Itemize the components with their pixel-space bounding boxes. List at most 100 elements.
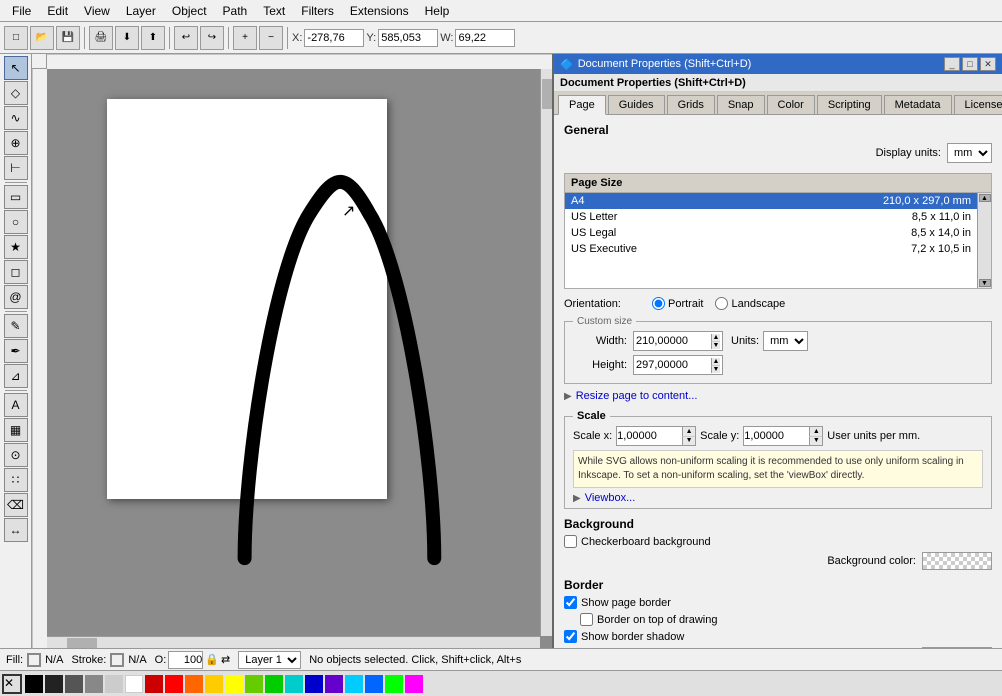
border-color-swatch[interactable]: [922, 647, 992, 648]
zoom-in-button[interactable]: +: [233, 26, 257, 50]
tool-pencil[interactable]: ✎: [4, 314, 28, 338]
height-down-btn[interactable]: ▼: [711, 366, 720, 373]
color-cornflower[interactable]: [365, 675, 383, 693]
show-border-row[interactable]: Show page border: [564, 596, 992, 609]
h-scrollbar-thumb[interactable]: [67, 638, 97, 648]
menu-file[interactable]: File: [4, 2, 39, 20]
tab-scripting[interactable]: Scripting: [817, 95, 882, 114]
color-teal[interactable]: [285, 675, 303, 693]
color-blue[interactable]: [305, 675, 323, 693]
color-cyan[interactable]: [345, 675, 363, 693]
v-scrollbar-thumb[interactable]: [542, 79, 552, 109]
show-shadow-row[interactable]: Show border shadow: [564, 630, 992, 643]
menu-text[interactable]: Text: [255, 2, 293, 20]
display-units-select[interactable]: mm px in pt cm: [947, 143, 992, 163]
tool-calligraphy[interactable]: ⊿: [4, 364, 28, 388]
orientation-landscape[interactable]: Landscape: [715, 297, 785, 310]
tool-pen[interactable]: ✒: [4, 339, 28, 363]
tool-select[interactable]: ↖: [4, 56, 28, 80]
v-scrollbar[interactable]: [540, 69, 552, 636]
dp-maximize-button[interactable]: □: [962, 57, 978, 71]
menu-object[interactable]: Object: [164, 2, 215, 20]
viewbox-link[interactable]: ▶ Viewbox...: [573, 492, 983, 504]
color-lightgray[interactable]: [105, 675, 123, 693]
landscape-radio[interactable]: [715, 297, 728, 310]
tool-eraser[interactable]: ⌫: [4, 493, 28, 517]
resize-link[interactable]: ▶ Resize page to content...: [564, 390, 992, 402]
tab-grids[interactable]: Grids: [667, 95, 715, 114]
scale-y-input[interactable]: [744, 427, 809, 445]
page-size-usletter[interactable]: US Letter 8,5 x 11,0 in: [565, 209, 977, 225]
viewbox-label[interactable]: Viewbox...: [585, 492, 636, 504]
page-size-a4[interactable]: A4 210,0 x 297,0 mm: [565, 193, 977, 209]
scale-x-down[interactable]: ▼: [682, 437, 695, 446]
page-size-list[interactable]: A4 210,0 x 297,0 mm US Letter 8,5 x 11,0…: [565, 193, 977, 288]
print-button[interactable]: 🖨: [89, 26, 113, 50]
scroll-up-btn[interactable]: ▲: [979, 194, 991, 202]
color-lime[interactable]: [385, 675, 403, 693]
color-red[interactable]: [165, 675, 183, 693]
menu-layer[interactable]: Layer: [118, 2, 164, 20]
tab-color[interactable]: Color: [767, 95, 815, 114]
height-input[interactable]: [636, 359, 711, 371]
color-darkred[interactable]: [145, 675, 163, 693]
bg-color-swatch[interactable]: [922, 552, 992, 570]
tool-measure[interactable]: ⊢: [4, 156, 28, 180]
tool-spray[interactable]: ∷: [4, 468, 28, 492]
tool-node[interactable]: ◇: [4, 81, 28, 105]
zoom-out-button[interactable]: −: [259, 26, 283, 50]
menu-help[interactable]: Help: [417, 2, 458, 20]
canvas-area[interactable]: // ticks rendered inline ↗: [32, 54, 552, 648]
page-size-usexecutive[interactable]: US Executive 7,2 x 10,5 in: [565, 241, 977, 257]
width-down-btn[interactable]: ▼: [711, 342, 720, 349]
no-color-swatch[interactable]: ✕: [2, 674, 22, 694]
opacity-input[interactable]: [168, 651, 203, 669]
tool-gradient[interactable]: ▦: [4, 418, 28, 442]
checkerboard-row[interactable]: Checkerboard background: [564, 535, 992, 548]
show-border-checkbox[interactable]: [564, 596, 577, 609]
tool-text[interactable]: A: [4, 393, 28, 417]
color-orange[interactable]: [185, 675, 203, 693]
tool-tweak[interactable]: ∿: [4, 106, 28, 130]
width-up-btn[interactable]: ▲: [711, 334, 720, 342]
tool-ellipse[interactable]: ○: [4, 210, 28, 234]
color-magenta[interactable]: [405, 675, 423, 693]
color-gray[interactable]: [65, 675, 83, 693]
w-input[interactable]: [455, 29, 515, 47]
dp-minimize-button[interactable]: _: [944, 57, 960, 71]
page-size-uslegal[interactable]: US Legal 8,5 x 14,0 in: [565, 225, 977, 241]
menu-path[interactable]: Path: [215, 2, 256, 20]
width-input[interactable]: [636, 335, 711, 347]
tab-snap[interactable]: Snap: [717, 95, 765, 114]
menu-filters[interactable]: Filters: [293, 2, 342, 20]
tool-rect[interactable]: ▭: [4, 185, 28, 209]
color-white[interactable]: [125, 675, 143, 693]
color-olive[interactable]: [245, 675, 263, 693]
color-purple[interactable]: [325, 675, 343, 693]
tool-connector[interactable]: ↔: [4, 518, 28, 542]
units-select[interactable]: mm px in: [763, 331, 808, 351]
scale-y-down[interactable]: ▼: [809, 437, 822, 446]
import-button[interactable]: ⬇: [115, 26, 139, 50]
border-top-row[interactable]: Border on top of drawing: [564, 613, 992, 626]
x-input[interactable]: [304, 29, 364, 47]
tool-spiral[interactable]: @: [4, 285, 28, 309]
color-black[interactable]: [25, 675, 43, 693]
portrait-radio[interactable]: [652, 297, 665, 310]
show-shadow-checkbox[interactable]: [564, 630, 577, 643]
redo-button[interactable]: ↪: [200, 26, 224, 50]
scale-x-up[interactable]: ▲: [682, 427, 695, 437]
tab-guides[interactable]: Guides: [608, 95, 665, 114]
resize-label[interactable]: Resize page to content...: [576, 390, 698, 402]
h-scrollbar[interactable]: [47, 636, 540, 648]
orientation-portrait[interactable]: Portrait: [652, 297, 703, 310]
color-silver[interactable]: [85, 675, 103, 693]
y-input[interactable]: [378, 29, 438, 47]
tool-zoom[interactable]: ⊕: [4, 131, 28, 155]
open-button[interactable]: 📂: [30, 26, 54, 50]
tab-metadata[interactable]: Metadata: [884, 95, 952, 114]
menu-edit[interactable]: Edit: [39, 2, 76, 20]
scale-x-input[interactable]: [617, 427, 682, 445]
export-button[interactable]: ⬆: [141, 26, 165, 50]
color-yellow[interactable]: [205, 675, 223, 693]
